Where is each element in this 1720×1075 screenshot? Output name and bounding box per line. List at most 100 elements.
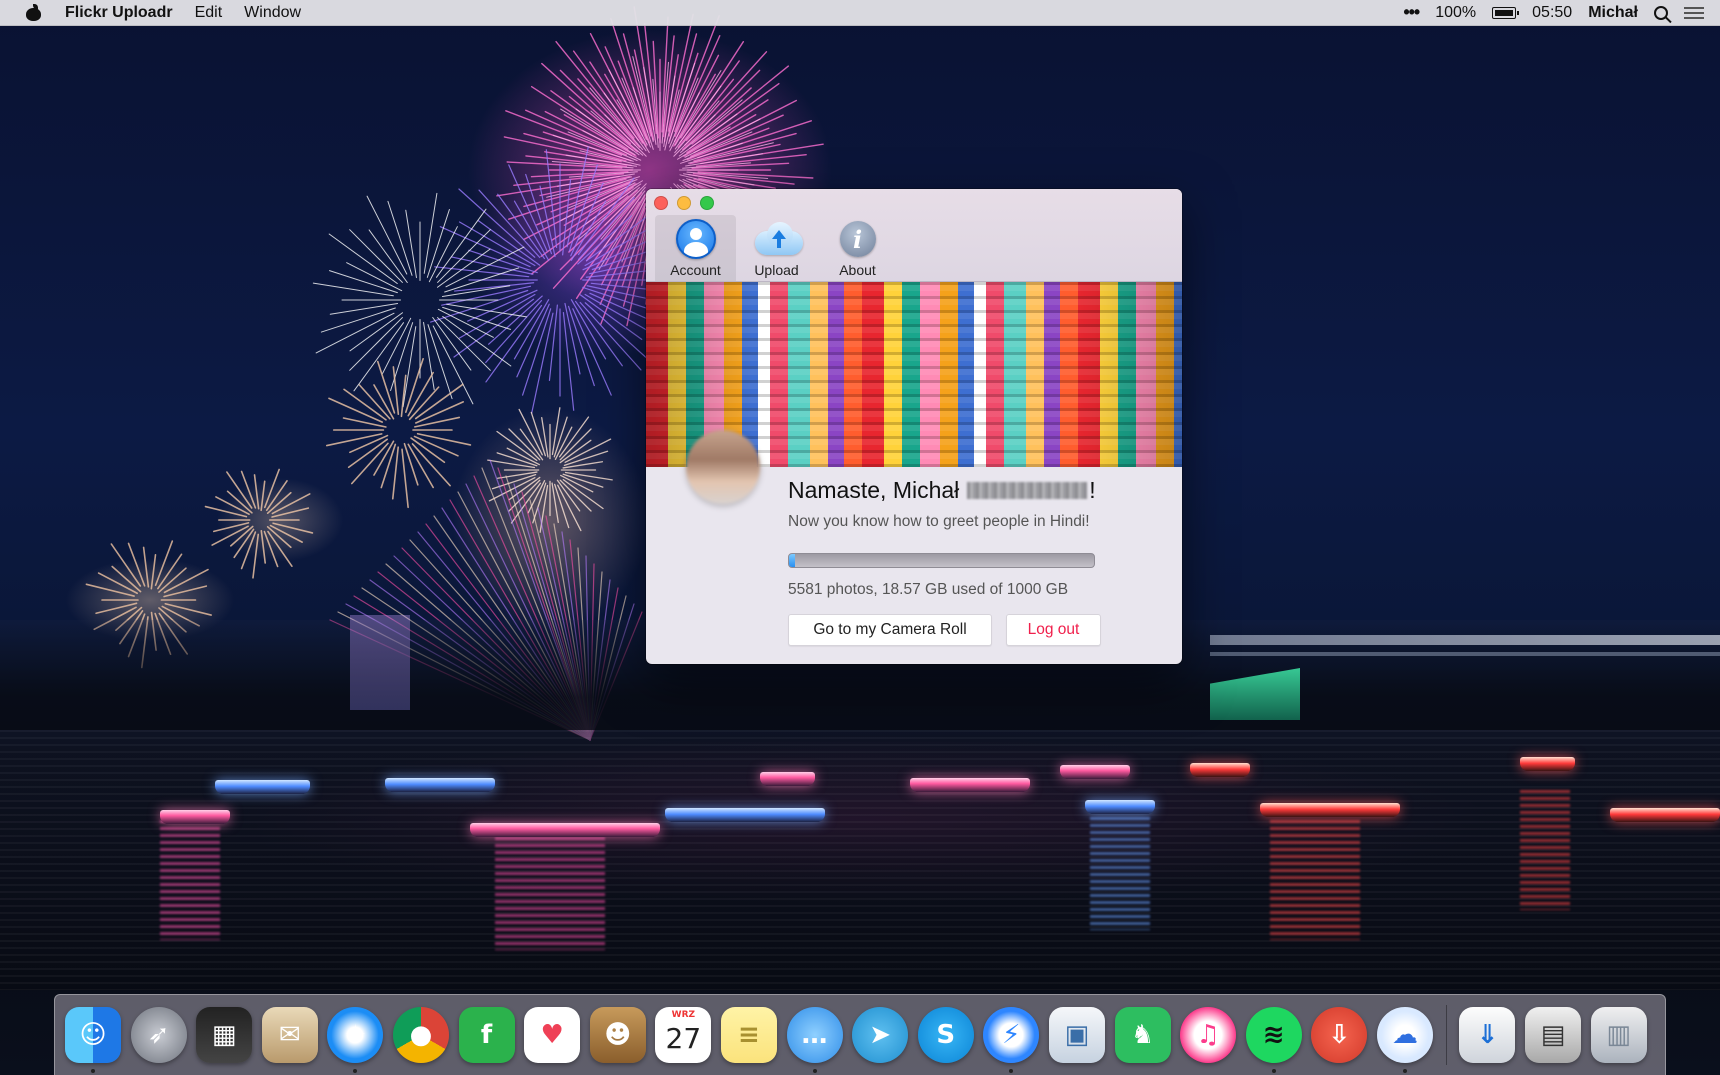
dock-item-downloads[interactable]: ⇓: [1459, 1007, 1516, 1063]
greeting-subtitle: Now you know how to greet people in Hind…: [788, 513, 1090, 530]
bridge: [1210, 635, 1720, 645]
boat: [1085, 800, 1155, 814]
water-reflection: [1270, 820, 1360, 940]
notes-icon: ≡: [738, 1020, 760, 1050]
dock-item-finder[interactable]: ☺: [65, 1007, 121, 1073]
more-dots-icon[interactable]: •••: [1403, 2, 1420, 23]
dock-item-documents[interactable]: ▤: [1525, 1007, 1582, 1063]
cloud-upload-icon: [754, 221, 803, 257]
greeting-text: Namaste, Michał: [788, 477, 960, 503]
boat: [385, 778, 495, 792]
account-content: Namaste, Michał ! Now you know how to gr…: [788, 477, 1168, 646]
calendar-day: 27: [665, 1022, 702, 1055]
dock-item-transmit[interactable]: ⇩: [1311, 1007, 1368, 1063]
dock-item-trash[interactable]: ▥: [1590, 1007, 1647, 1063]
running-indicator: [1271, 1069, 1276, 1073]
dock-item-mail[interactable]: ✉: [261, 1007, 318, 1063]
bay-water: [0, 730, 1720, 990]
boat: [215, 780, 310, 794]
boat: [910, 778, 1030, 792]
boat: [1260, 803, 1400, 817]
apple-icon[interactable]: [26, 4, 41, 21]
dock-item-pocket[interactable]: ♥: [524, 1007, 581, 1063]
contacts-book-icon: ☻: [604, 1020, 632, 1050]
clock[interactable]: 05:50: [1532, 4, 1572, 22]
tab-upload[interactable]: Upload: [736, 215, 817, 281]
feedly-icon: f: [480, 1020, 493, 1050]
preview-icon: ▣: [1064, 1020, 1090, 1050]
download-box-icon: ⇩: [1328, 1020, 1351, 1050]
tab-account[interactable]: Account: [655, 215, 736, 281]
tab-about[interactable]: i About: [817, 215, 898, 281]
folder-stack-icon: ▤: [1540, 1020, 1566, 1050]
battery-icon[interactable]: [1492, 6, 1520, 19]
menu-window[interactable]: Window: [244, 4, 301, 22]
dock-item-spotify[interactable]: ≋: [1245, 1007, 1302, 1073]
boat: [1610, 808, 1720, 822]
dock-item-mission-control[interactable]: ▦: [196, 1007, 253, 1063]
battery-percent[interactable]: 100%: [1435, 4, 1476, 22]
redacted-surname: [967, 482, 1088, 499]
dock-item-flickr-uploadr[interactable]: ☁: [1376, 1007, 1433, 1073]
dock-item-messages[interactable]: …: [786, 1007, 843, 1073]
dock-item-chrome[interactable]: ●: [392, 1007, 449, 1063]
tab-label: Account: [670, 262, 721, 278]
boat: [160, 810, 230, 824]
dock-item-preview[interactable]: ▣: [1048, 1007, 1105, 1063]
minimize-button[interactable]: [677, 196, 691, 210]
dock-item-launchpad[interactable]: ➶: [130, 1007, 187, 1063]
dock-item-skype[interactable]: S: [917, 1007, 974, 1063]
tab-label: About: [839, 262, 876, 278]
dock-item-calendar[interactable]: WRZ 27: [655, 1007, 712, 1063]
notification-center-icon[interactable]: [1684, 6, 1704, 19]
pocket-icon: ♥: [540, 1020, 564, 1050]
downloads-stack-icon: ⇓: [1476, 1020, 1499, 1050]
finder-icon: ☺: [79, 1020, 107, 1050]
storage-progress-bar: [788, 553, 1095, 568]
running-indicator: [353, 1069, 358, 1073]
window-toolbar: Account Upload i About: [646, 189, 1182, 282]
running-indicator: [91, 1069, 95, 1073]
storage-usage-text: 5581 photos, 18.57 GB used of 1000 GB: [788, 581, 1069, 598]
dock: ☺ ➶ ▦ ✉ ✦ ● f ♥ ☻ WRZ 27 ≡ … ➤ S ⚡ ▣ ♞ ♫ ≋ ⇩ ☁ ⇓ ▤ ▥: [54, 994, 1666, 1075]
dock-item-evernote[interactable]: ♞: [1114, 1007, 1171, 1063]
greeting-suffix: !: [1089, 477, 1096, 503]
user-menu[interactable]: Michał: [1588, 4, 1638, 22]
chrome-icon: ●: [409, 1020, 433, 1050]
dock-item-notes[interactable]: ≡: [720, 1007, 777, 1063]
boat: [760, 772, 815, 786]
running-indicator: [1009, 1069, 1014, 1073]
dock-item-itunes[interactable]: ♫: [1180, 1007, 1237, 1063]
compass-icon: ✦: [344, 1020, 367, 1050]
dock-item-messenger[interactable]: ⚡: [983, 1007, 1040, 1073]
spotlight-search-icon[interactable]: [1654, 5, 1668, 20]
close-button[interactable]: [654, 196, 668, 210]
logout-button[interactable]: Log out: [1006, 614, 1101, 646]
dock-item-safari[interactable]: ✦: [327, 1007, 384, 1073]
skyline-tower: [350, 615, 410, 710]
running-indicator: [812, 1069, 817, 1073]
rocket-icon: ➶: [147, 1020, 170, 1050]
water-reflection: [160, 820, 220, 940]
dock-item-telegram[interactable]: ➤: [852, 1007, 909, 1063]
water-reflection: [495, 830, 605, 950]
menu-bar: Flickr Uploadr Edit Window ••• 100% 05:5…: [0, 0, 1720, 26]
boat: [1190, 763, 1250, 777]
info-icon: i: [839, 221, 876, 257]
boat: [665, 808, 825, 822]
dock-item-feedly[interactable]: f: [458, 1007, 515, 1063]
flickr-uploadr-window: Account Upload i About Namaste, Michał !: [646, 189, 1182, 664]
paper-plane-icon: ➤: [869, 1020, 892, 1050]
boat: [470, 823, 660, 837]
dock-separator: [1446, 1005, 1448, 1065]
account-icon: [675, 219, 716, 259]
account-actions: Go to my Camera Roll Log out: [788, 614, 1168, 646]
dock-item-contacts[interactable]: ☻: [589, 1007, 646, 1063]
menu-edit[interactable]: Edit: [195, 4, 223, 22]
zoom-button[interactable]: [700, 196, 714, 210]
mission-control-icon: ▦: [211, 1020, 237, 1050]
camera-roll-button[interactable]: Go to my Camera Roll: [788, 614, 992, 646]
water-reflection: [1520, 790, 1570, 910]
speech-bubble-icon: …: [801, 1020, 828, 1050]
menu-app-name[interactable]: Flickr Uploadr: [65, 4, 173, 22]
